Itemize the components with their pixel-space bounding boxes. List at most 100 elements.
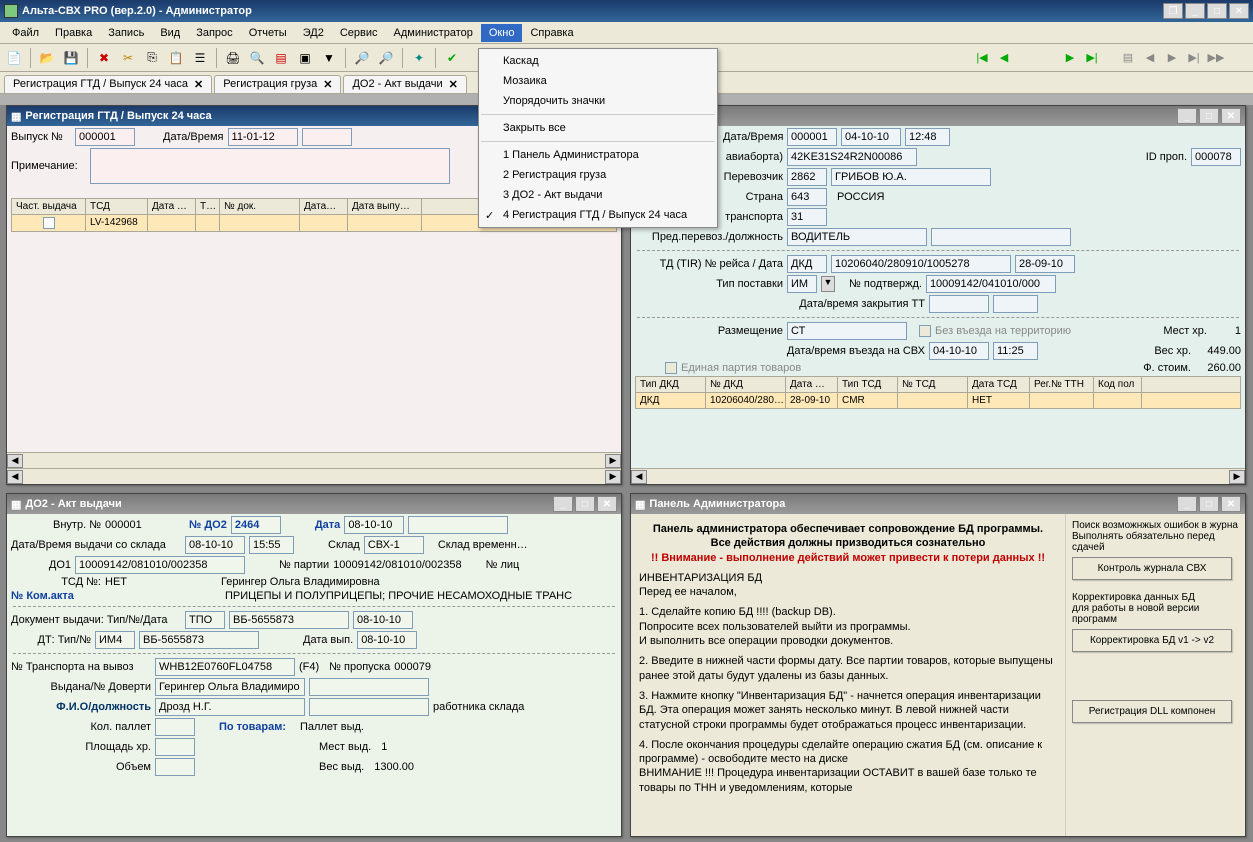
fld-avia[interactable]: 42KE31S24R2N00086: [787, 148, 917, 166]
fld-vydana2[interactable]: [309, 678, 429, 696]
pdf-icon[interactable]: ▤: [271, 48, 291, 68]
child-title[interactable]: ▦груза _ □ ✕: [631, 106, 1245, 126]
preview-icon[interactable]: 🔍: [247, 48, 267, 68]
th[interactable]: № ДКД: [706, 377, 786, 392]
child-title[interactable]: ▦ДО2 - Акт выдачи _ □ ✕: [7, 494, 621, 514]
menu-query[interactable]: Запрос: [188, 24, 240, 42]
tab-gruz[interactable]: Регистрация груза ✕: [214, 75, 341, 93]
child-max[interactable]: □: [575, 496, 595, 512]
child-min[interactable]: _: [553, 496, 573, 512]
th[interactable]: Дата…: [300, 199, 348, 214]
help-icon[interactable]: ✔: [442, 48, 462, 68]
paste-icon[interactable]: 📋: [166, 48, 186, 68]
menu-arrange[interactable]: Упорядочить значки: [479, 91, 717, 111]
menu-win3[interactable]: 3 ДО2 - Акт выдачи: [479, 185, 717, 205]
win-hscroll[interactable]: ◀▶: [7, 468, 621, 484]
tab-gtd[interactable]: Регистрация ГТД / Выпуск 24 часа ✕: [4, 75, 212, 93]
th[interactable]: Тип ДКД: [636, 377, 706, 392]
fld-transp[interactable]: 31: [787, 208, 827, 226]
fld-razm[interactable]: СТ: [787, 322, 907, 340]
child-close[interactable]: ✕: [597, 496, 617, 512]
vcr-b4[interactable]: ▶|: [1185, 49, 1203, 67]
fld-obyem[interactable]: [155, 758, 195, 776]
print-icon[interactable]: 🖨: [223, 48, 243, 68]
th[interactable]: Рег.№ ТТН: [1030, 377, 1094, 392]
fld-fio2[interactable]: [309, 698, 429, 716]
th[interactable]: № док.: [220, 199, 300, 214]
chk-bvz[interactable]: [919, 325, 931, 337]
dropdown-icon[interactable]: ▼: [821, 276, 835, 292]
fld-dtz-d[interactable]: [929, 295, 989, 313]
fld-dtz-t[interactable]: [993, 295, 1038, 313]
chk-ept[interactable]: [665, 362, 677, 374]
fld-kolpallet[interactable]: [155, 718, 195, 736]
fld-pred2[interactable]: [931, 228, 1071, 246]
menu-admin[interactable]: Администратор: [386, 24, 481, 42]
delete-icon[interactable]: ✖: [94, 48, 114, 68]
child-max[interactable]: □: [1199, 496, 1219, 512]
vcr-next[interactable]: ▶: [1061, 49, 1079, 67]
fld-nodo2[interactable]: 2464: [231, 516, 281, 534]
win-hscroll[interactable]: ◀▶: [631, 468, 1245, 484]
child-min[interactable]: _: [1177, 108, 1197, 124]
th[interactable]: Код пол: [1094, 377, 1142, 392]
grid-hscroll[interactable]: ◀▶: [7, 452, 621, 468]
menu-view[interactable]: Вид: [152, 24, 188, 42]
restore-button[interactable]: ❐: [1163, 3, 1183, 19]
vcr-b3[interactable]: ▶: [1163, 49, 1181, 67]
menu-service[interactable]: Сервис: [332, 24, 386, 42]
menu-tile[interactable]: Мозаика: [479, 71, 717, 91]
fld-time[interactable]: 12:48: [905, 128, 950, 146]
th[interactable]: Дата выпу…: [348, 199, 422, 214]
fld-note[interactable]: [90, 148, 450, 184]
fld-sklad[interactable]: СВХ-1: [364, 536, 424, 554]
btn-kontrol[interactable]: Контроль журнала СВХ: [1072, 557, 1232, 580]
tab-close-icon[interactable]: ✕: [323, 78, 332, 91]
menu-file[interactable]: Файл: [4, 24, 47, 42]
tab-do2[interactable]: ДО2 - Акт выдачи ✕: [343, 75, 466, 93]
td-check[interactable]: [12, 215, 86, 231]
th[interactable]: Дата …: [148, 199, 196, 214]
fld-pred[interactable]: ВОДИТЕЛЬ: [787, 228, 927, 246]
tab-close-icon[interactable]: ✕: [194, 78, 203, 91]
child-title[interactable]: ▦Панель Администратора _ □ ✕: [631, 494, 1245, 514]
menu-record[interactable]: Запись: [100, 24, 152, 42]
child-min[interactable]: _: [1177, 496, 1197, 512]
find-icon[interactable]: 🔎: [352, 48, 372, 68]
fld-dvvs-t[interactable]: 11:25: [993, 342, 1038, 360]
th[interactable]: Т…: [196, 199, 220, 214]
wizard-icon[interactable]: ✦: [409, 48, 429, 68]
fld-date[interactable]: 04-10-10: [841, 128, 901, 146]
vcr-first[interactable]: |◀: [973, 49, 991, 67]
vcr-prev[interactable]: ◀: [995, 49, 1013, 67]
th[interactable]: Тип ТСД: [838, 377, 898, 392]
fld-idprop[interactable]: 000078: [1191, 148, 1241, 166]
fld-dvss-d[interactable]: 08-10-10: [185, 536, 245, 554]
child-max[interactable]: □: [1199, 108, 1219, 124]
tab-close-icon[interactable]: ✕: [449, 78, 458, 91]
grid-row[interactable]: ДКД 10206040/280… 28-09-10 CMR НЕТ: [635, 393, 1241, 409]
open-icon[interactable]: 📂: [37, 48, 57, 68]
filter-icon[interactable]: ▼: [319, 48, 339, 68]
menu-window[interactable]: Окно: [481, 24, 523, 42]
fld-fio[interactable]: Дрозд Н.Г.: [155, 698, 305, 716]
menu-win1[interactable]: 1 Панель Администратора: [479, 145, 717, 165]
fld-perev-name[interactable]: ГРИБОВ Ю.А.: [831, 168, 991, 186]
fld-do1[interactable]: 10009142/081010/002358: [75, 556, 245, 574]
child-close[interactable]: ✕: [1221, 108, 1241, 124]
fld-ntransp[interactable]: WHB12E0760FL04758: [155, 658, 295, 676]
vcr-b5[interactable]: ▶▶: [1207, 49, 1225, 67]
new-icon[interactable]: 📄: [4, 48, 24, 68]
menu-win2[interactable]: 2 Регистрация груза: [479, 165, 717, 185]
fld-dt-no[interactable]: ВБ-5655873: [139, 631, 259, 649]
max-button[interactable]: □: [1207, 3, 1227, 19]
fld-dvss-t[interactable]: 15:55: [249, 536, 294, 554]
th[interactable]: Дата …: [786, 377, 838, 392]
fld-tipp[interactable]: ИМ: [787, 275, 817, 293]
fld-td-type[interactable]: ДКД: [787, 255, 827, 273]
menu-edit[interactable]: Правка: [47, 24, 100, 42]
min-button[interactable]: _: [1185, 3, 1205, 19]
fld-docv-date[interactable]: 08-10-10: [353, 611, 413, 629]
fld-dvvs-d[interactable]: 04-10-10: [929, 342, 989, 360]
th[interactable]: Част. выдача: [12, 199, 86, 214]
